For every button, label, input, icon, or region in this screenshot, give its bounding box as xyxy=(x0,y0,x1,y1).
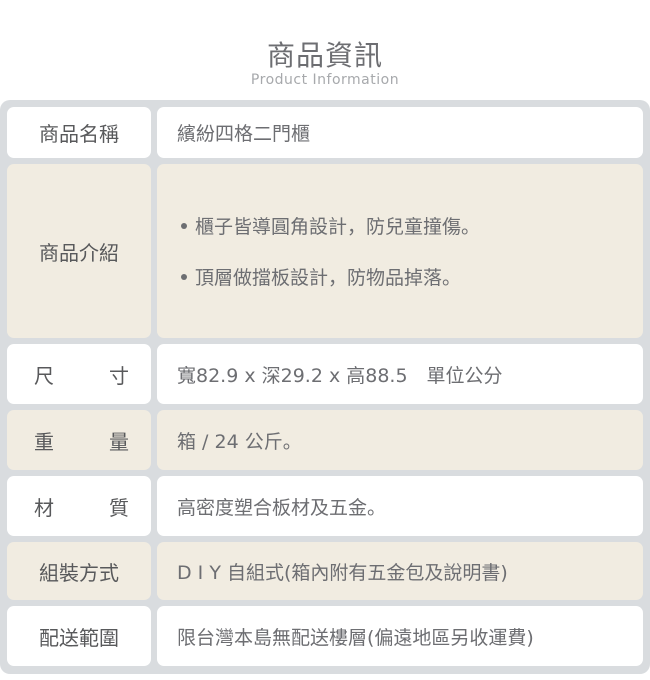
table-row-material: 材 質 高密度塑合板材及五金。 xyxy=(7,476,643,536)
bullet-dot-icon xyxy=(181,273,187,280)
bullet-item: 頂層做擋板設計，防物品掉落。 xyxy=(181,263,480,290)
bullet-dot-icon xyxy=(181,222,187,229)
row-label: 商品名稱 xyxy=(7,107,151,158)
table-row-dimensions: 尺 寸 寬82.9 x 深29.2 x 高88.5 單位公分 xyxy=(7,344,643,404)
label-char: 尺 xyxy=(34,363,54,388)
bullet-list: 櫃子皆導圓角設計，防兒童撞傷。 頂層做擋板設計，防物品掉落。 xyxy=(181,212,480,290)
row-label: 材 質 xyxy=(7,476,151,536)
row-label: 商品介紹 xyxy=(7,164,151,338)
row-value: 櫃子皆導圓角設計，防兒童撞傷。 頂層做擋板設計，防物品掉落。 xyxy=(157,164,643,338)
label-char: 量 xyxy=(109,429,129,454)
table-row-delivery: 配送範圍 限台灣本島無配送樓層(偏遠地區另收運費) xyxy=(7,606,643,666)
row-label: 重 量 xyxy=(7,410,151,470)
page-title: 商品資訊 xyxy=(266,39,383,72)
row-value: 高密度塑合板材及五金。 xyxy=(157,476,643,536)
table-row-assembly: 組裝方式 D I Y 自組式(箱內附有五金包及說明書) xyxy=(7,542,643,600)
row-value: 箱 / 24 公斤。 xyxy=(157,410,643,470)
table-row-product-intro: 商品介紹 櫃子皆導圓角設計，防兒童撞傷。 頂層做擋板設計，防物品掉落。 xyxy=(7,164,643,338)
table-row-weight: 重 量 箱 / 24 公斤。 xyxy=(7,410,643,470)
row-value: D I Y 自組式(箱內附有五金包及說明書) xyxy=(157,542,643,600)
row-label: 組裝方式 xyxy=(7,542,151,600)
bullet-text: 頂層做擋板設計，防物品掉落。 xyxy=(195,267,462,289)
row-value: 繽紛四格二門櫃 xyxy=(157,107,643,158)
page-header: 商品資訊 Product Information xyxy=(0,0,650,100)
bullet-item: 櫃子皆導圓角設計，防兒童撞傷。 xyxy=(181,212,480,239)
product-info-table: 商品名稱 繽紛四格二門櫃 商品介紹 櫃子皆導圓角設計，防兒童撞傷。 頂層做擋板設… xyxy=(0,100,650,674)
label-char: 質 xyxy=(109,495,129,520)
label-char: 材 xyxy=(34,495,54,520)
row-value: 寬82.9 x 深29.2 x 高88.5 單位公分 xyxy=(157,344,643,404)
bullet-text: 櫃子皆導圓角設計，防兒童撞傷。 xyxy=(195,216,481,238)
row-label: 尺 寸 xyxy=(7,344,151,404)
table-row-product-name: 商品名稱 繽紛四格二門櫃 xyxy=(7,107,643,158)
label-char: 寸 xyxy=(109,363,129,388)
page-subtitle: Product Information xyxy=(250,72,400,88)
row-label: 配送範圍 xyxy=(7,606,151,666)
label-char: 重 xyxy=(34,429,54,454)
row-value: 限台灣本島無配送樓層(偏遠地區另收運費) xyxy=(157,606,643,666)
